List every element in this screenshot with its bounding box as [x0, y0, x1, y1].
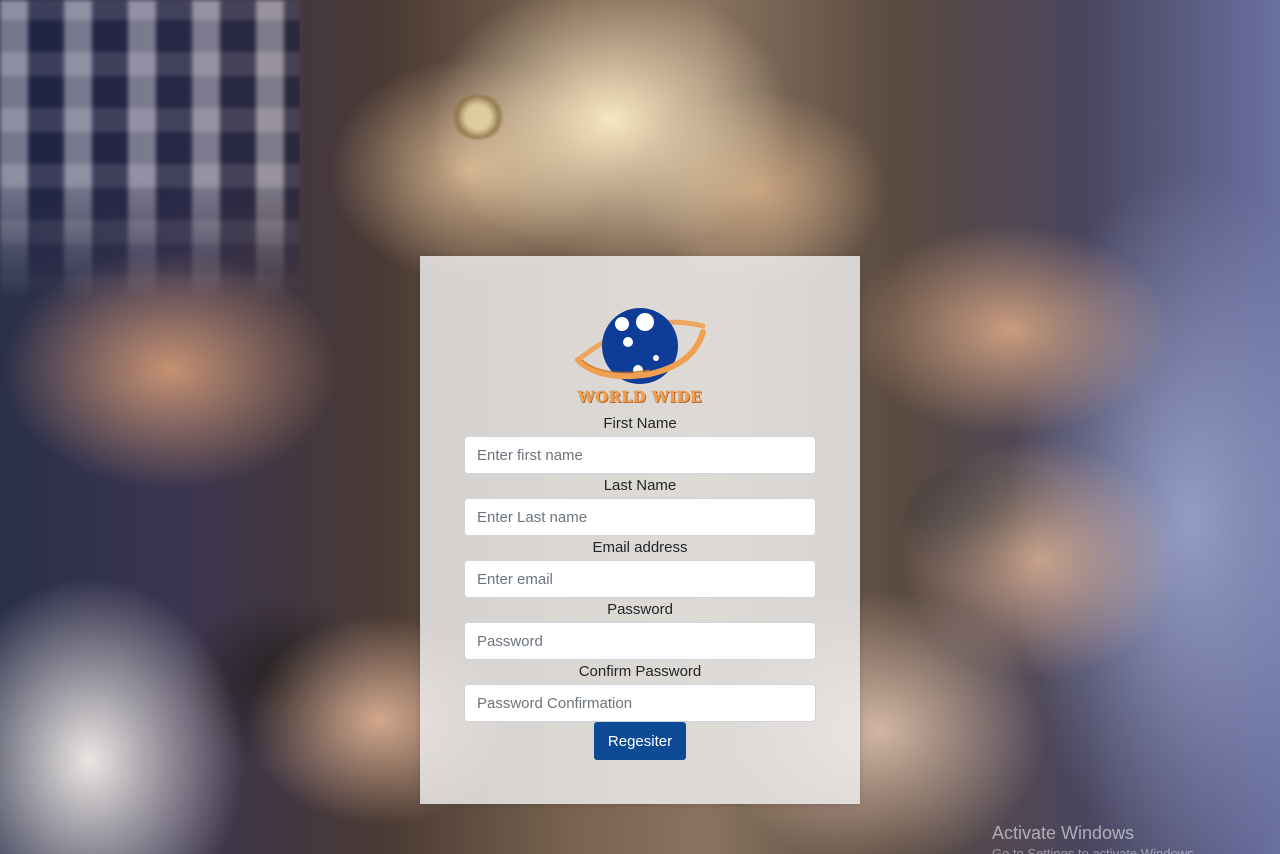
registration-page: WORLD WIDE First Name Last Name Email ad… — [0, 0, 1280, 854]
confirm-password-label: Confirm Password — [578, 663, 702, 680]
brand-name: WORLD WIDE — [577, 388, 703, 406]
background-photo-detail — [0, 0, 300, 300]
password-label: Password — [607, 601, 673, 618]
activate-windows-subtitle: Go to Settings to activate Windows. — [992, 846, 1198, 854]
register-button[interactable]: Regesiter — [594, 722, 686, 760]
activate-windows-title: Activate Windows — [992, 823, 1135, 843]
confirm-password-input[interactable] — [464, 684, 816, 722]
last-name-label: Last Name — [603, 477, 677, 494]
first-name-input[interactable] — [464, 436, 816, 474]
email-label: Email address — [592, 539, 688, 556]
email-input[interactable] — [464, 560, 816, 598]
last-name-input[interactable] — [464, 498, 816, 536]
password-input[interactable] — [464, 622, 816, 660]
background-photo-watch — [450, 95, 506, 139]
first-name-label: First Name — [603, 415, 677, 432]
